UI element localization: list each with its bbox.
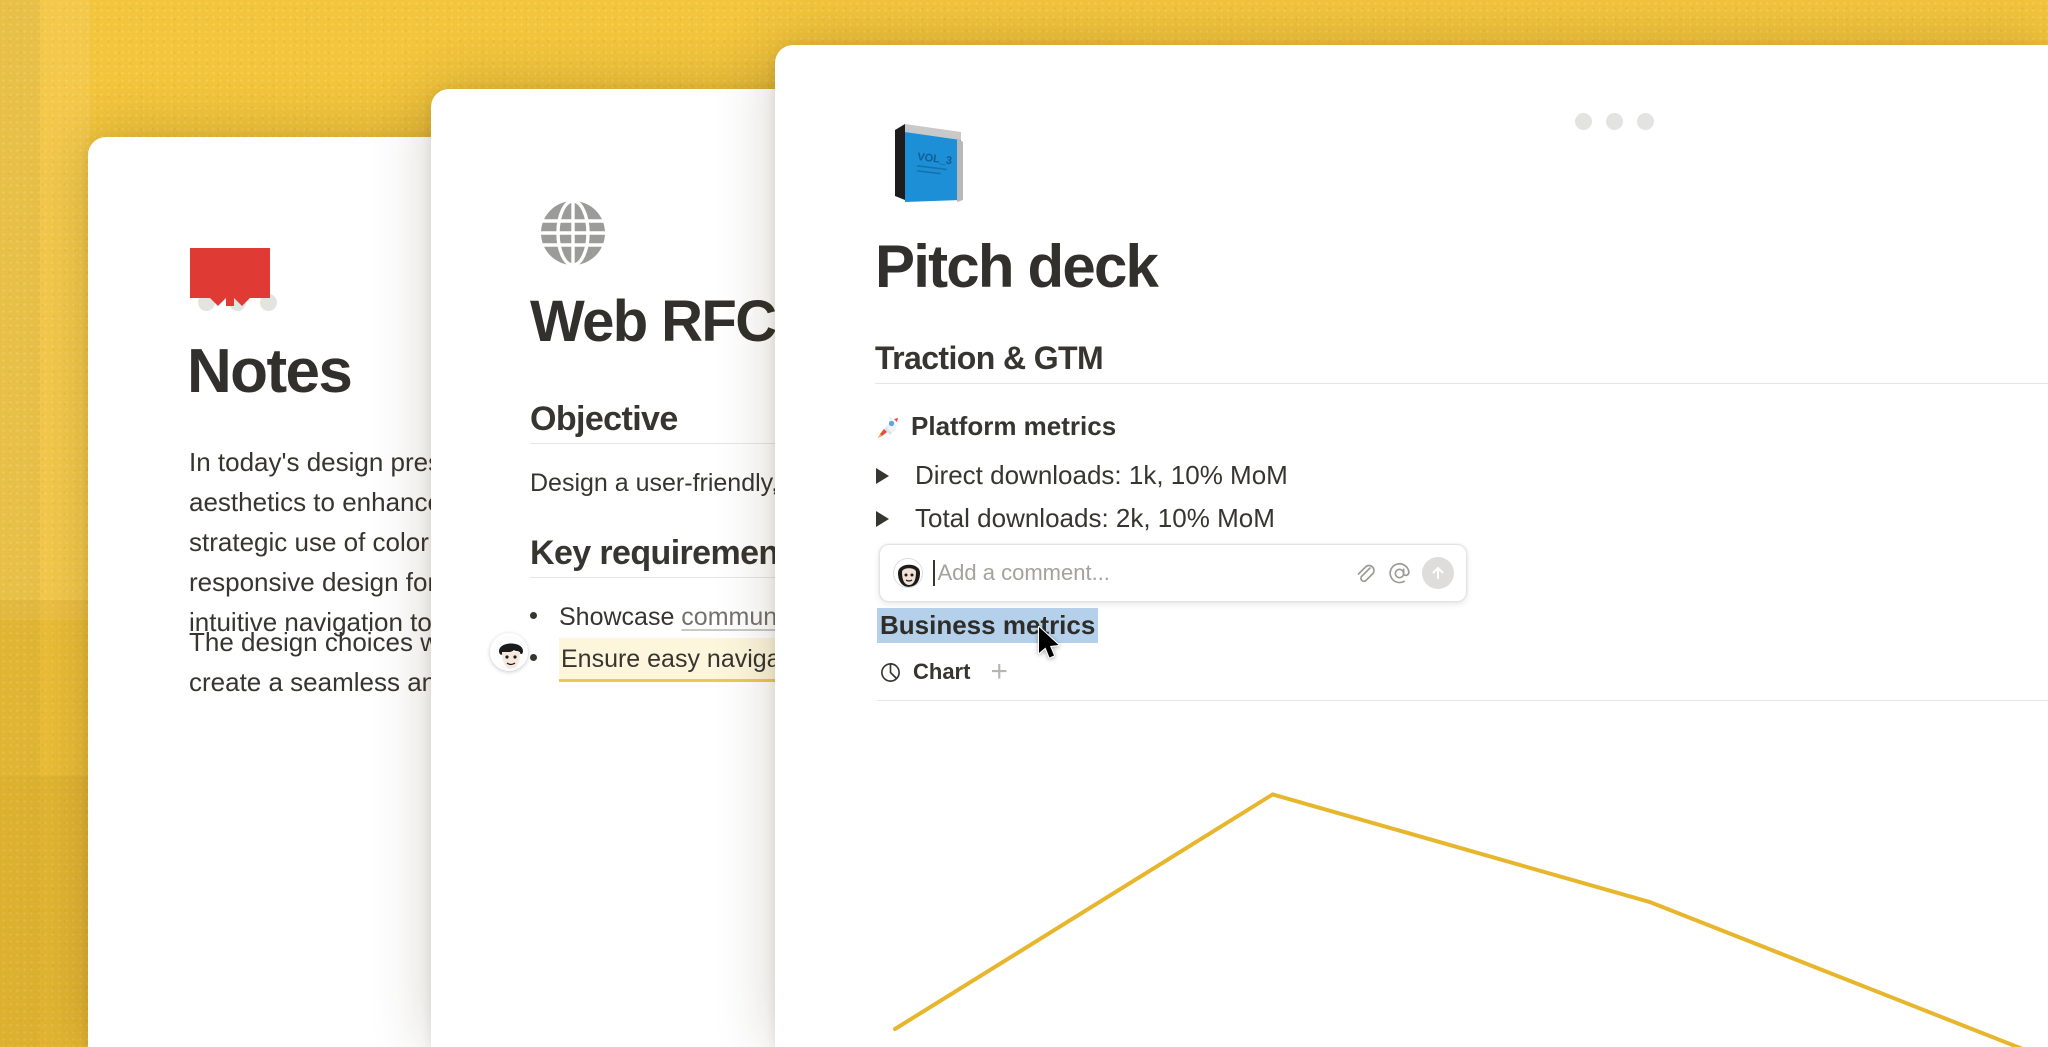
comment-input[interactable]: Add a comment... bbox=[938, 560, 1344, 586]
selected-text-business-metrics: Business metrics bbox=[877, 608, 1099, 643]
text-cursor bbox=[933, 560, 935, 586]
toggle-item[interactable]: Direct downloads: 1k, 10% MoM bbox=[876, 460, 1288, 491]
arrow-up-send-icon bbox=[1432, 567, 1444, 579]
bullet-prefix: Showcase bbox=[559, 603, 682, 631]
blue-book-emoji: VOL_3 bbox=[895, 124, 963, 202]
comment-input-box[interactable]: Add a comment... bbox=[879, 544, 1467, 602]
toggle-item[interactable]: Total downloads: 2k, 10% MoM bbox=[876, 503, 1275, 534]
chart-tabs-divider bbox=[877, 700, 2048, 701]
dark-hair-avatar bbox=[893, 558, 923, 588]
add-view-button[interactable]: + bbox=[990, 657, 1008, 687]
toggle-label: Direct downloads: 1k, 10% MoM bbox=[915, 460, 1288, 490]
window-maximize-dot[interactable] bbox=[1637, 113, 1654, 130]
window-close-dot[interactable] bbox=[1575, 113, 1592, 130]
tab-chart[interactable]: Chart bbox=[879, 659, 970, 685]
notes-title: Notes bbox=[187, 337, 353, 406]
rocket-emoji bbox=[878, 415, 898, 438]
web-rfc-title: Web RFC bbox=[530, 289, 777, 354]
bullet-icon bbox=[530, 612, 537, 619]
send-comment-button[interactable] bbox=[1422, 557, 1454, 589]
window-minimize-dot[interactable] bbox=[1606, 113, 1623, 130]
chart-tab-bar[interactable]: Chart + bbox=[879, 657, 1008, 687]
line-chart bbox=[875, 710, 2048, 1047]
globe-with-meridians-emoji bbox=[541, 200, 605, 266]
pie-chart-icon bbox=[881, 662, 900, 682]
platform-metrics-row: Platform metrics bbox=[875, 411, 1116, 442]
platform-metrics-label: Platform metrics bbox=[911, 411, 1117, 441]
curly-hair-avatar[interactable] bbox=[490, 633, 528, 671]
key-requirements-heading: Key requirements bbox=[530, 534, 808, 572]
traction-divider bbox=[875, 383, 2048, 384]
mouse-pointer bbox=[1037, 625, 1060, 659]
at-mention-icon[interactable] bbox=[1387, 561, 1412, 586]
tab-chart-label: Chart bbox=[913, 659, 971, 684]
window-controls-pitch[interactable] bbox=[1575, 113, 1654, 130]
chevron-right-icon[interactable] bbox=[876, 467, 889, 484]
pitch-deck-title: Pitch deck bbox=[875, 233, 1159, 300]
line-chart-svg bbox=[893, 792, 2024, 1047]
avatar-face-icon bbox=[894, 559, 922, 587]
traction-gtm-heading: Traction & GTM bbox=[875, 340, 1104, 376]
objective-heading: Objective bbox=[530, 400, 678, 438]
background-band-top bbox=[0, 0, 90, 620]
toggle-label: Total downloads: 2k, 10% MoM bbox=[915, 503, 1275, 533]
paperclip-icon[interactable] bbox=[1353, 561, 1377, 585]
bullet-icon bbox=[530, 654, 537, 661]
open-book-emoji bbox=[190, 248, 270, 306]
chevron-right-icon[interactable] bbox=[876, 510, 889, 527]
